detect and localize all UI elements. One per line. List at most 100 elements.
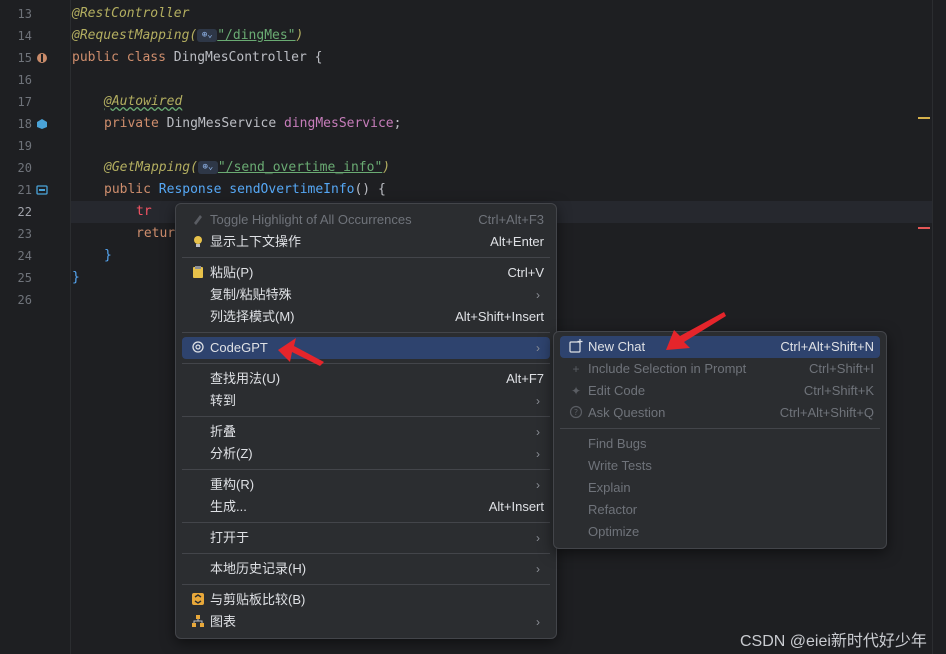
menu-item-toggle-highlight[interactable]: Toggle Highlight of All Occurrences Ctrl…	[182, 209, 550, 231]
menu-item-shortcut: Ctrl+Alt+F3	[478, 212, 544, 227]
submenu-item-write-tests[interactable]: Write Tests	[560, 455, 880, 477]
line-number: 24	[17, 249, 32, 263]
keyword: public class	[72, 50, 174, 65]
menu-item-shortcut: Ctrl+V	[507, 265, 544, 280]
submenu-item-optimize[interactable]: Optimize	[560, 521, 880, 543]
submenu-item-shortcut: Ctrl+Shift+K	[803, 383, 874, 398]
line-number: 19	[17, 139, 32, 153]
keyword: private	[104, 116, 167, 131]
menu-item-label: 分析(Z)	[210, 446, 253, 461]
chevron-right-icon: ›	[536, 562, 540, 576]
submenu-item-label: Refactor	[588, 502, 638, 517]
globe-icon[interactable]: ⊕⌄	[197, 161, 218, 174]
menu-item-compare-clipboard[interactable]: 与剪贴板比较(B)	[182, 589, 550, 611]
menu-item-diagrams[interactable]: 图表 ›	[182, 611, 550, 633]
line-number: 20	[17, 161, 32, 175]
submenu-item-find-bugs[interactable]: Find Bugs	[560, 433, 880, 455]
submenu-item-explain[interactable]: Explain	[560, 477, 880, 499]
annotation: @Autowired	[104, 94, 183, 109]
annotation: @GetMapping(	[104, 160, 198, 175]
menu-separator	[182, 332, 550, 333]
submenu-item-edit-code[interactable]: ✦ Edit Code Ctrl+Shift+K	[560, 380, 880, 402]
line-number: 26	[17, 293, 32, 307]
plus-icon: +	[572, 362, 580, 376]
chevron-right-icon: ›	[536, 615, 540, 629]
warning-marker[interactable]	[918, 117, 930, 119]
line-number: 14	[17, 29, 32, 43]
menu-item-fold[interactable]: 折叠 ›	[182, 421, 550, 443]
menu-separator	[182, 416, 550, 417]
method-name: sendOvertimeInfo	[229, 182, 355, 197]
submenu-item-label: Ask Question	[588, 405, 666, 420]
submenu-item-label: Include Selection in Prompt	[588, 361, 747, 376]
submenu-item-refactor[interactable]: Refactor	[560, 499, 880, 521]
menu-item-column-selection[interactable]: 列选择模式(M) Alt+Shift+Insert	[182, 306, 550, 328]
menu-item-open-in[interactable]: 打开于 ›	[182, 527, 550, 549]
new-chat-icon	[568, 339, 584, 355]
line-number: 23	[17, 227, 32, 241]
submenu-separator	[560, 428, 880, 429]
code-text: tr	[136, 204, 152, 219]
menu-item-refactor[interactable]: 重构(R) ›	[182, 474, 550, 496]
line-number: 15	[17, 51, 32, 65]
menu-item-label: 列选择模式(M)	[210, 309, 295, 324]
line-number: 17	[17, 95, 32, 109]
red-arrow-annotation	[278, 338, 324, 366]
submenu-item-ask-question[interactable]: ? Ask Question Ctrl+Alt+Shift+Q	[560, 402, 880, 424]
globe-icon[interactable]: ⊕⌄	[197, 29, 218, 42]
brace: }	[72, 270, 80, 285]
menu-item-local-history[interactable]: 本地历史记录(H) ›	[182, 558, 550, 580]
submenu-item-label: Explain	[588, 480, 631, 495]
menu-item-find-usages[interactable]: 查找用法(U) Alt+F7	[182, 368, 550, 390]
chevron-right-icon: ›	[536, 394, 540, 408]
menu-item-label: 复制/粘贴特殊	[210, 287, 292, 302]
paren: )	[382, 160, 391, 175]
menu-item-label: 打开于	[210, 530, 250, 545]
semicolon: ;	[393, 116, 402, 131]
url-string[interactable]: "/send_overtime_info"	[218, 160, 382, 175]
sparkle-icon: ✦	[570, 384, 582, 398]
menu-item-generate[interactable]: 生成... Alt+Insert	[182, 496, 550, 518]
submenu-item-include-selection[interactable]: + Include Selection in Prompt Ctrl+Shift…	[560, 358, 880, 380]
type-name: Response	[158, 182, 230, 197]
annotation: @RestController	[72, 6, 190, 21]
menu-item-label: 与剪贴板比较(B)	[210, 592, 306, 607]
class-name: DingMesController {	[173, 50, 323, 65]
menu-item-paste[interactable]: 粘贴(P) Ctrl+V	[182, 262, 550, 284]
chevron-right-icon: ›	[536, 531, 540, 545]
chevron-right-icon: ›	[536, 478, 540, 492]
line-number: 13	[17, 7, 32, 21]
submenu-item-shortcut: Ctrl+Alt+Shift+Q	[779, 405, 874, 420]
autowire-icon[interactable]	[36, 118, 48, 130]
menu-separator	[182, 584, 550, 585]
submenu-item-label: Optimize	[588, 524, 640, 539]
submenu-item-shortcut: Ctrl+Alt+Shift+N	[780, 339, 874, 354]
menu-item-shortcut: Alt+Shift+Insert	[455, 309, 544, 324]
menu-separator	[182, 257, 550, 258]
menu-item-analyze[interactable]: 分析(Z) ›	[182, 443, 550, 465]
menu-item-codegpt[interactable]: CodeGPT ›	[182, 337, 550, 359]
svg-text:?: ?	[574, 408, 578, 417]
menu-item-label: 本地历史记录(H)	[210, 561, 307, 576]
menu-item-label: 生成...	[210, 499, 247, 514]
keyword: public	[104, 182, 159, 197]
menu-item-show-context-actions[interactable]: 显示上下文操作 Alt+Enter	[182, 231, 550, 253]
annotation: @RequestMapping(	[72, 28, 198, 43]
endpoint-icon[interactable]	[36, 184, 48, 196]
codegpt-submenu: New Chat Ctrl+Alt+Shift+N + Include Sele…	[553, 331, 887, 549]
line-number: 21	[17, 183, 32, 197]
editor-scrollbar[interactable]	[932, 0, 946, 654]
error-marker[interactable]	[918, 227, 930, 229]
url-string[interactable]: "/dingMes"	[217, 28, 295, 43]
menu-item-label: CodeGPT	[210, 340, 268, 355]
submenu-item-label: Edit Code	[588, 383, 646, 398]
menu-item-label: 转到	[210, 393, 237, 408]
menu-item-goto[interactable]: 转到 ›	[182, 390, 550, 412]
line-number: 18	[17, 117, 32, 131]
submenu-item-label: New Chat	[588, 339, 646, 354]
bean-icon[interactable]	[36, 52, 48, 64]
submenu-item-label: Write Tests	[588, 458, 652, 473]
menu-item-shortcut: Alt+F7	[506, 371, 544, 386]
menu-item-label: Toggle Highlight of All Occurrences	[210, 212, 412, 227]
menu-item-copy-paste-special[interactable]: 复制/粘贴特殊 ›	[182, 284, 550, 306]
